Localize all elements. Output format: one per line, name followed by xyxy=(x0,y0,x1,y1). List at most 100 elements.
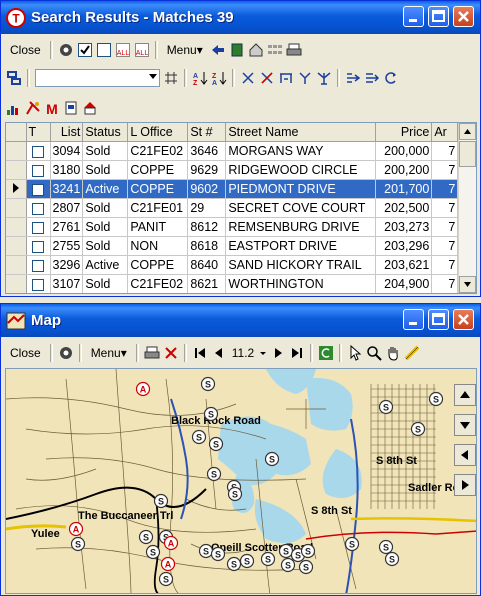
minimize-button[interactable] xyxy=(403,6,424,27)
checkbox[interactable] xyxy=(32,278,44,291)
sold-listing-marker[interactable]: S xyxy=(378,539,394,555)
zoom-level[interactable]: 11.2 xyxy=(230,346,256,360)
row-selector[interactable] xyxy=(6,217,27,237)
sold-listing-marker[interactable]: S xyxy=(158,571,174,587)
table-row[interactable]: 3107 Sold C21FE02 8621 WORTHINGTON 204,900 7 xyxy=(6,274,459,293)
checkbox[interactable] xyxy=(32,259,44,272)
map-close-window-button[interactable] xyxy=(453,309,474,330)
row-checkbox[interactable] xyxy=(26,179,51,199)
mls-icon[interactable]: M xyxy=(44,100,60,116)
active-listing-marker[interactable]: A xyxy=(135,381,151,397)
map-view[interactable]: Black Rock Road Yulee The Buccaneer Trl … xyxy=(5,368,477,594)
print-icon[interactable] xyxy=(286,42,302,58)
sold-listing-marker[interactable]: S xyxy=(410,421,426,437)
column-header-list[interactable]: List xyxy=(50,123,84,142)
uncheck-all-icon[interactable] xyxy=(96,42,112,58)
column-header-street[interactable]: Street Name xyxy=(225,123,377,142)
checkbox[interactable] xyxy=(32,145,44,158)
map-close-button[interactable]: Close xyxy=(6,344,45,362)
sold-listing-marker[interactable]: S xyxy=(384,551,400,567)
map-titlebar[interactable]: Map xyxy=(1,304,480,337)
pointer-icon[interactable] xyxy=(347,345,363,361)
remove-icon[interactable] xyxy=(259,70,275,86)
book-icon[interactable] xyxy=(229,42,245,58)
table-row[interactable]: 3241 Active COPPE 9602 PIEDMONT DRIVE 201,700… xyxy=(6,179,459,199)
sold-listing-marker[interactable]: S xyxy=(264,451,280,467)
column-header-area[interactable]: Ar xyxy=(431,123,459,142)
check-all-icon[interactable] xyxy=(77,42,93,58)
map-canvas[interactable]: Black Rock Road Yulee The Buccaneer Trl … xyxy=(6,369,477,594)
home-lock-icon[interactable] xyxy=(248,42,264,58)
sort-ascending-icon[interactable]: AZ xyxy=(192,70,208,86)
row-selector[interactable] xyxy=(6,274,27,293)
sold-listing-marker[interactable]: S xyxy=(208,436,224,452)
row-selector[interactable] xyxy=(6,198,27,218)
close-button[interactable]: Close xyxy=(6,41,45,59)
checkbox[interactable] xyxy=(32,221,44,234)
clear-markers-icon[interactable] xyxy=(163,345,179,361)
row-selector[interactable] xyxy=(6,141,27,161)
active-listing-marker[interactable]: A xyxy=(68,521,84,537)
sold-listing-marker[interactable]: S xyxy=(280,557,296,573)
row-checkbox[interactable] xyxy=(26,160,51,180)
sold-listing-marker[interactable]: S xyxy=(226,556,242,572)
active-listing-marker[interactable]: A xyxy=(160,556,176,572)
sold-listing-marker[interactable]: S xyxy=(300,543,316,559)
map-print-icon[interactable] xyxy=(144,345,160,361)
previous-icon[interactable] xyxy=(211,345,227,361)
sold-listing-marker[interactable]: S xyxy=(145,544,161,560)
sold-listing-marker[interactable]: S xyxy=(198,543,214,559)
sold-listing-marker[interactable]: S xyxy=(138,529,154,545)
sold-listing-marker[interactable]: S xyxy=(298,559,314,575)
row-checkbox[interactable] xyxy=(26,274,51,293)
hash-grid-icon[interactable] xyxy=(163,70,179,86)
map-menu-dropdown[interactable]: Menu▾ xyxy=(87,344,131,362)
row-checkbox[interactable] xyxy=(26,217,51,237)
pan-down-button[interactable] xyxy=(454,414,476,436)
table-row[interactable]: 3296 Active COPPE 8640 SAND HICKORY TRAIL 203… xyxy=(6,255,459,275)
merge-left-icon[interactable] xyxy=(345,70,361,86)
chart-icon[interactable] xyxy=(6,100,22,116)
pan-left-button[interactable] xyxy=(454,444,476,466)
table-row[interactable]: 3180 Sold COPPE 9629 RIDGEWOOD CIRCLE 200,200… xyxy=(6,160,459,180)
maximize-button[interactable] xyxy=(428,6,449,27)
results-grid[interactable]: T List Status L Office St # Street Name … xyxy=(5,122,477,294)
row-selector[interactable] xyxy=(6,179,27,199)
checkbox[interactable] xyxy=(32,202,44,215)
active-listing-marker[interactable]: A xyxy=(163,535,179,551)
checkbox[interactable] xyxy=(32,164,44,177)
scroll-thumb[interactable] xyxy=(459,141,476,167)
grid-view-icon[interactable] xyxy=(267,42,283,58)
first-page-icon[interactable] xyxy=(192,345,208,361)
menu-dropdown[interactable]: Menu▾ xyxy=(163,41,207,59)
row-selector[interactable] xyxy=(6,236,27,256)
sold-listing-marker[interactable]: S xyxy=(428,391,444,407)
pan-hand-icon[interactable] xyxy=(385,345,401,361)
vertical-scrollbar[interactable] xyxy=(458,123,476,293)
column-header-office[interactable]: L Office xyxy=(127,123,189,142)
table-row[interactable]: 3094 Sold C21FE02 3646 MORGANS WAY 200,000 7 xyxy=(6,141,459,161)
close-window-button[interactable] xyxy=(453,6,474,27)
last-page-icon[interactable] xyxy=(289,345,305,361)
map-refresh-icon[interactable] xyxy=(318,345,334,361)
checkbox[interactable] xyxy=(32,240,44,253)
pan-up-button[interactable] xyxy=(454,384,476,406)
zoom-icon[interactable] xyxy=(366,345,382,361)
filter-combo[interactable] xyxy=(35,69,160,87)
row-checkbox[interactable] xyxy=(26,198,51,218)
scroll-down-button[interactable] xyxy=(459,276,476,293)
sold-listing-marker[interactable]: S xyxy=(203,406,219,422)
split-icon[interactable] xyxy=(297,70,313,86)
layout-icon[interactable] xyxy=(6,70,22,86)
unmark-all-icon[interactable]: ALL xyxy=(134,42,150,58)
pan-right-button[interactable] xyxy=(454,474,476,496)
column-header-t[interactable]: T xyxy=(26,123,51,142)
sold-listing-marker[interactable]: S xyxy=(260,551,276,567)
refresh-icon[interactable] xyxy=(383,70,399,86)
sold-listing-marker[interactable]: S xyxy=(206,466,222,482)
sold-listing-marker[interactable]: S xyxy=(378,399,394,415)
sold-listing-marker[interactable]: S xyxy=(210,546,226,562)
sold-listing-marker[interactable]: S xyxy=(227,486,243,502)
row-selector[interactable] xyxy=(6,160,27,180)
sold-listing-marker[interactable]: S xyxy=(239,553,255,569)
